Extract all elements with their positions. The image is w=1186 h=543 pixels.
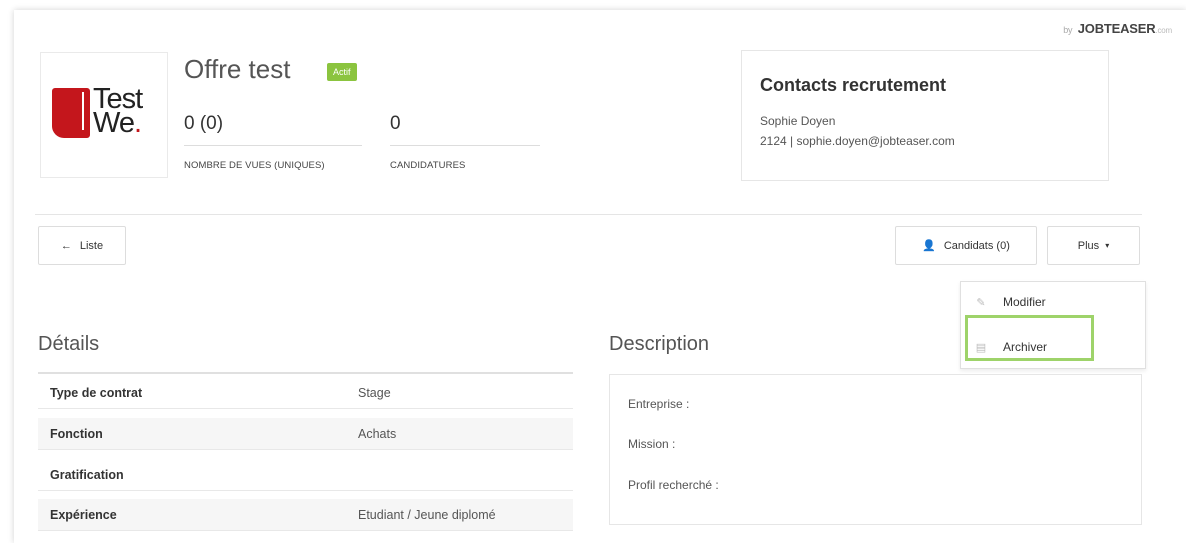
user-icon: 👤 xyxy=(922,240,936,252)
details-label: Type de contrat xyxy=(50,386,143,400)
description-title: Description xyxy=(609,333,710,355)
mission-label: Mission : xyxy=(628,437,676,451)
description-box: Entreprise : Mission : Profil recherché … xyxy=(609,374,1142,525)
company-label: Entreprise : xyxy=(628,397,690,411)
details-top-border xyxy=(38,372,573,374)
details-label: Expérience xyxy=(50,508,117,522)
details-value: Achats xyxy=(358,427,397,441)
brand-name: JOBTEASER xyxy=(1077,21,1156,36)
applications-label: CANDIDATURES xyxy=(390,160,466,171)
applications-count: 0 xyxy=(390,113,401,134)
arrow-left-icon: ← xyxy=(60,239,72,252)
logo-text: Test We. xyxy=(93,85,143,138)
contact-name: Sophie Doyen xyxy=(760,114,836,128)
details-value: Etudiant / Jeune diplomé xyxy=(358,508,496,522)
details-label: Gratification xyxy=(50,468,124,482)
views-divider xyxy=(184,145,362,146)
views-label: NOMBRE DE VUES (UNIQUES) xyxy=(184,160,325,171)
details-row-experience: Expérience Etudiant / Jeune diplomé xyxy=(38,499,573,531)
details-value: Stage xyxy=(358,386,391,400)
more-dropdown-button[interactable]: Plus ▾ xyxy=(1047,226,1140,265)
modifier-label: Modifier xyxy=(1003,295,1046,309)
contact-details[interactable]: 2124 | sophie.doyen@jobteaser.com xyxy=(760,134,955,148)
details-row-gratification: Gratification xyxy=(38,459,573,491)
details-row-contract: Type de contrat Stage xyxy=(38,377,573,409)
applications-divider xyxy=(390,145,540,146)
brand-domain: .com xyxy=(1155,26,1172,35)
brand-by: by xyxy=(1063,25,1073,35)
pencil-icon: ✎ xyxy=(976,296,986,309)
recruitment-contacts-card: Contacts recrutement Sophie Doyen 2124 |… xyxy=(741,50,1109,181)
logo-dot: . xyxy=(133,107,142,139)
jobteaser-brand: by JOBTEASER.com xyxy=(1063,21,1172,36)
candidates-button[interactable]: 👤 Candidats (0) xyxy=(895,226,1037,265)
profile-label: Profil recherché : xyxy=(628,478,719,492)
details-title: Détails xyxy=(38,333,100,355)
logo-mark-icon xyxy=(52,88,90,138)
status-badge: Actif xyxy=(327,63,357,81)
header-divider xyxy=(35,214,1142,215)
archiver-highlight xyxy=(965,315,1094,361)
menu-item-modifier[interactable]: ✎ Modifier xyxy=(975,295,1046,309)
views-count: 0 (0) xyxy=(184,113,224,134)
caret-down-icon: ▾ xyxy=(1105,241,1110,250)
details-label: Fonction xyxy=(50,427,103,441)
back-button-label: Liste xyxy=(79,239,104,252)
details-row-function: Fonction Achats xyxy=(38,418,573,450)
more-button-label: Plus xyxy=(1077,239,1100,252)
contacts-title: Contacts recrutement xyxy=(760,75,947,95)
back-to-list-button[interactable]: ← Liste xyxy=(38,226,126,265)
candidates-button-label: Candidats (0) xyxy=(943,239,1010,252)
page-title: Offre test xyxy=(184,54,291,84)
logo-line2: We xyxy=(93,107,135,139)
company-logo: Test We. xyxy=(40,52,168,178)
